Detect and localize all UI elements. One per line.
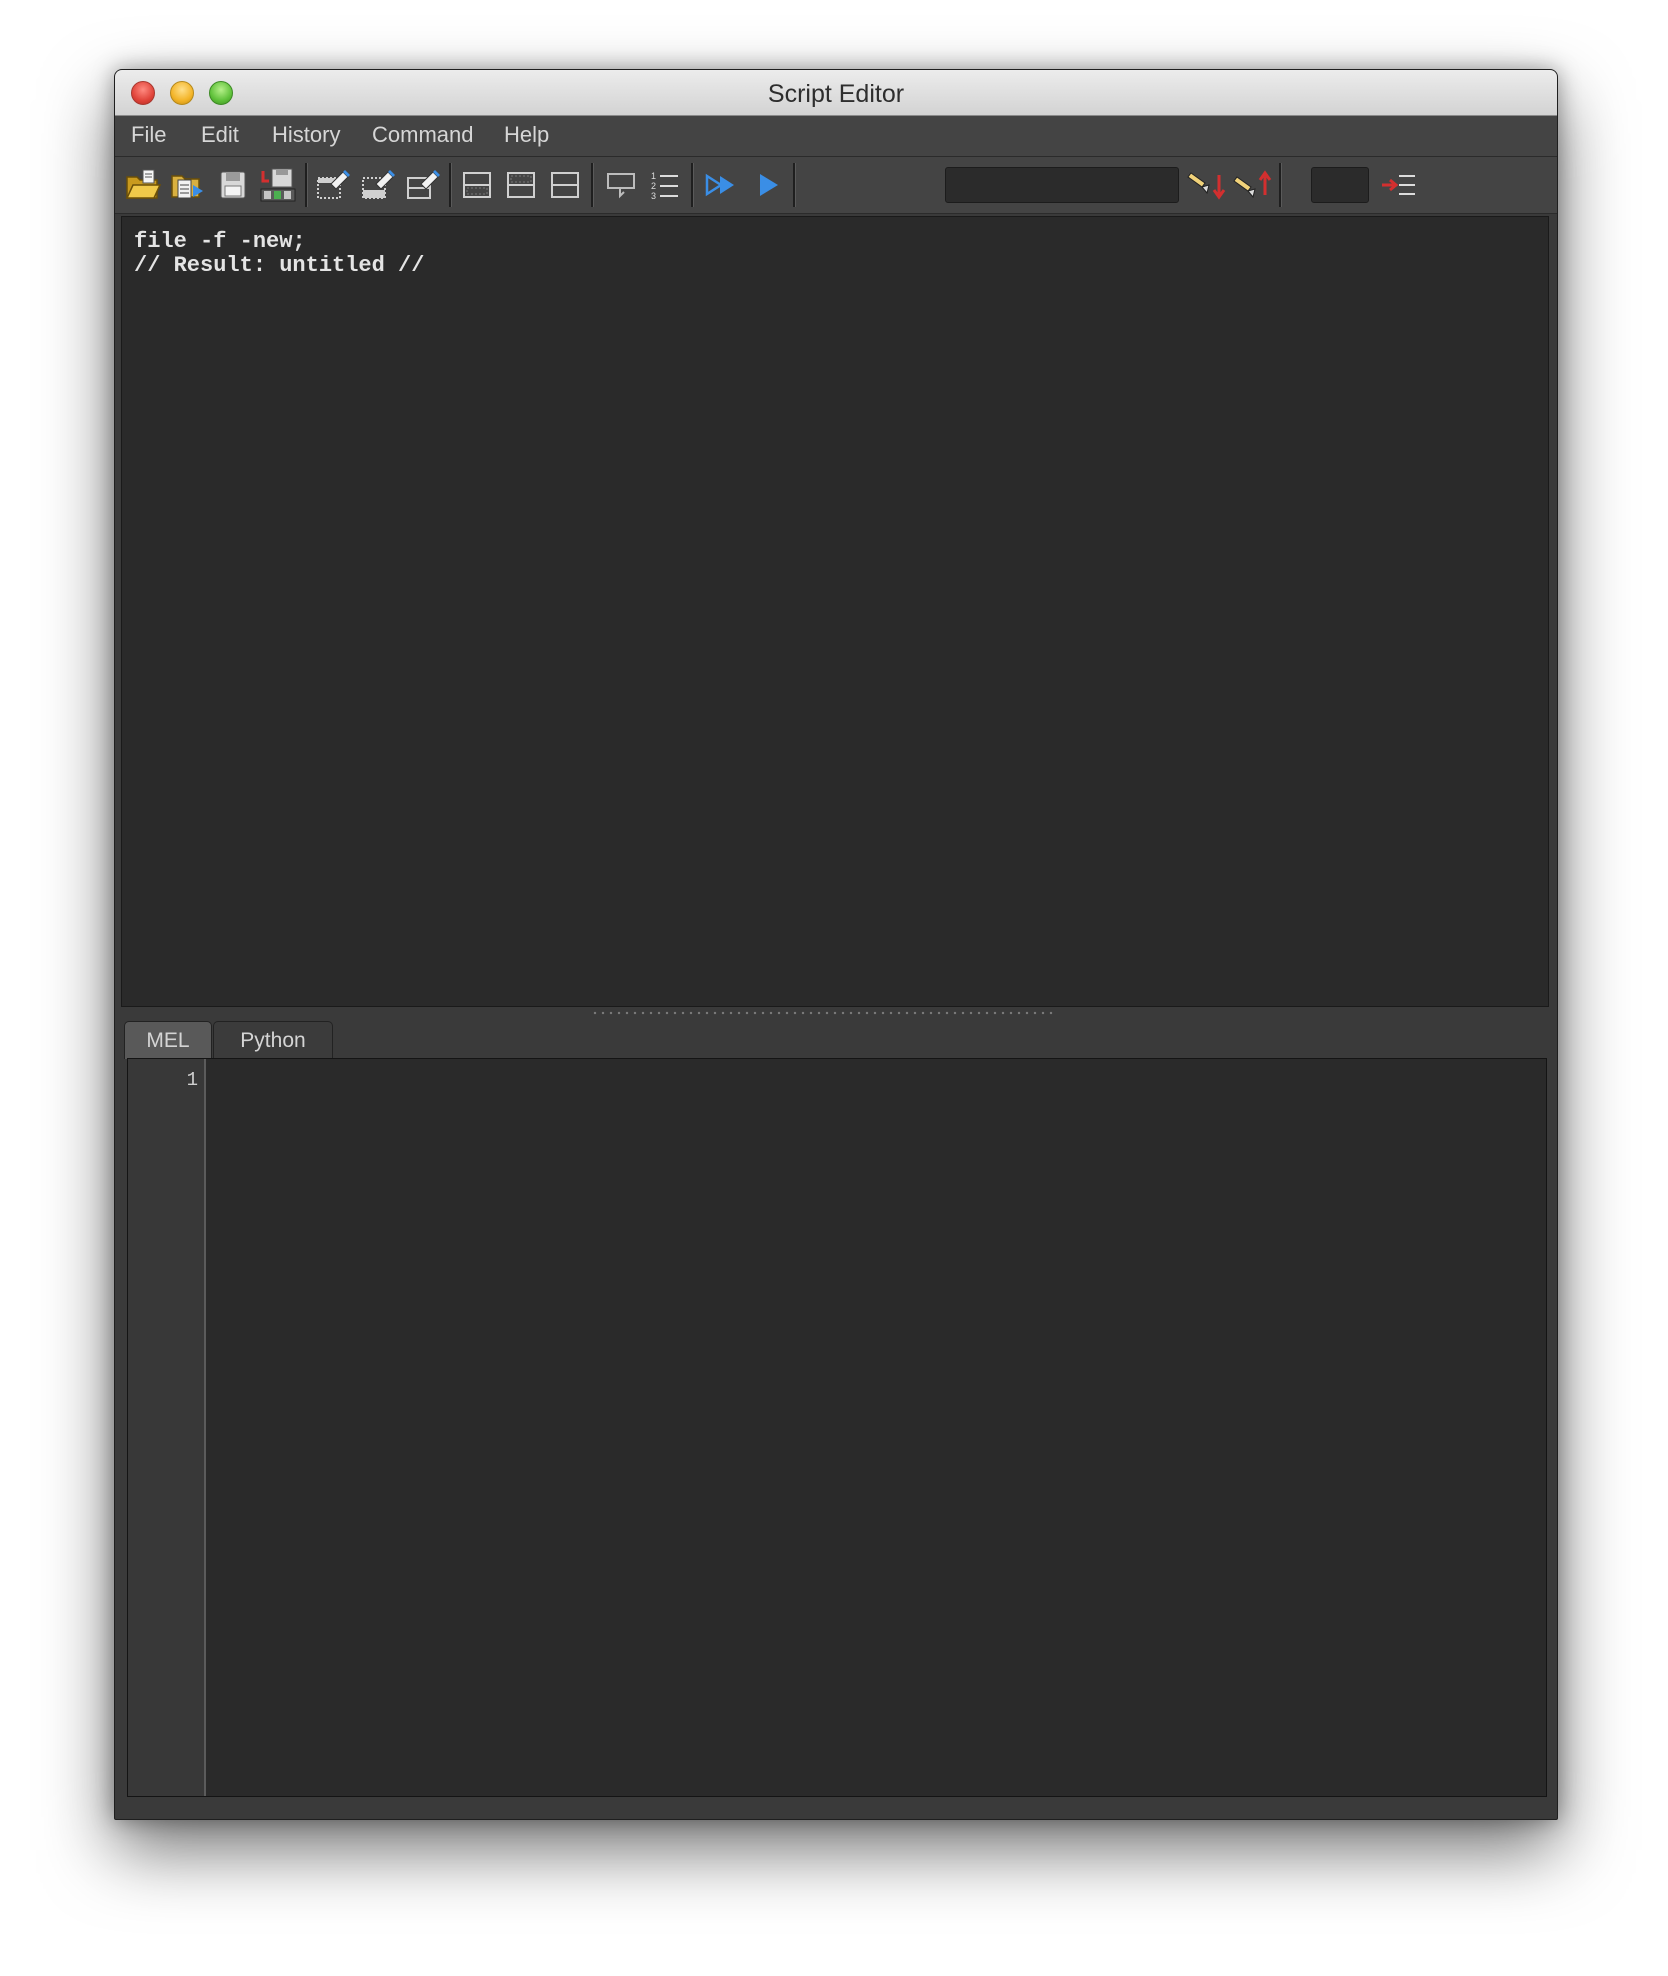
goto-line-icon[interactable] xyxy=(1379,165,1419,205)
toolbar-separator xyxy=(449,163,452,207)
svg-text:2: 2 xyxy=(651,181,656,191)
output-line: file -f -new; xyxy=(134,229,306,254)
open-script-icon[interactable] xyxy=(123,165,163,205)
line-number: 1 xyxy=(186,1069,198,1091)
toolbar: 1 2 3 xyxy=(115,157,1557,214)
source-script-icon[interactable] xyxy=(168,165,208,205)
clear-input-icon[interactable] xyxy=(358,165,398,205)
execute-all-icon[interactable] xyxy=(702,165,742,205)
search-field[interactable] xyxy=(945,167,1179,203)
line-number-gutter: 1 xyxy=(128,1059,206,1796)
svg-text:3: 3 xyxy=(651,191,656,201)
splitter-grip[interactable] xyxy=(591,1011,1057,1015)
show-history-only-icon[interactable] xyxy=(457,165,497,205)
toolbar-separator xyxy=(793,163,796,207)
toolbar-separator xyxy=(1279,163,1282,207)
goto-line-field[interactable] xyxy=(1311,167,1369,203)
menu-edit[interactable]: Edit xyxy=(201,122,239,148)
history-output-panel[interactable]: file -f -new; // Result: untitled // xyxy=(121,216,1549,1007)
show-input-only-icon[interactable] xyxy=(501,165,541,205)
menu-help[interactable]: Help xyxy=(504,122,549,148)
toolbar-separator xyxy=(305,163,308,207)
search-down-icon[interactable] xyxy=(1187,165,1227,205)
search-up-icon[interactable] xyxy=(1233,165,1273,205)
script-editor-window: Script Editor File Edit History Command … xyxy=(114,69,1558,1820)
output-line: // Result: untitled // xyxy=(134,253,425,278)
show-both-icon[interactable] xyxy=(545,165,585,205)
tab-python[interactable]: Python xyxy=(213,1021,333,1059)
menu-history[interactable]: History xyxy=(272,122,340,148)
toolbar-separator xyxy=(591,163,594,207)
clear-history-icon[interactable] xyxy=(313,165,353,205)
menu-command[interactable]: Command xyxy=(372,122,473,148)
tab-mel[interactable]: MEL xyxy=(124,1021,212,1059)
save-to-shelf-icon[interactable] xyxy=(258,165,298,205)
svg-text:1: 1 xyxy=(651,171,656,181)
line-numbers-icon[interactable]: 1 2 3 xyxy=(645,165,685,205)
window-title: Script Editor xyxy=(767,80,905,108)
echo-all-commands-icon[interactable] xyxy=(601,165,641,205)
clear-all-icon[interactable] xyxy=(403,165,443,205)
execute-icon[interactable] xyxy=(748,165,788,205)
toolbar-separator xyxy=(691,163,694,207)
save-script-icon[interactable] xyxy=(213,165,253,205)
panel-splitter[interactable] xyxy=(115,1007,1557,1019)
script-input-editor[interactable] xyxy=(208,1059,1546,1796)
menu-bar: File Edit History Command Help xyxy=(115,116,1557,157)
title-bar[interactable]: Script Editor xyxy=(115,70,1557,116)
menu-file[interactable]: File xyxy=(131,122,166,148)
script-input-panel: 1 xyxy=(127,1058,1547,1797)
